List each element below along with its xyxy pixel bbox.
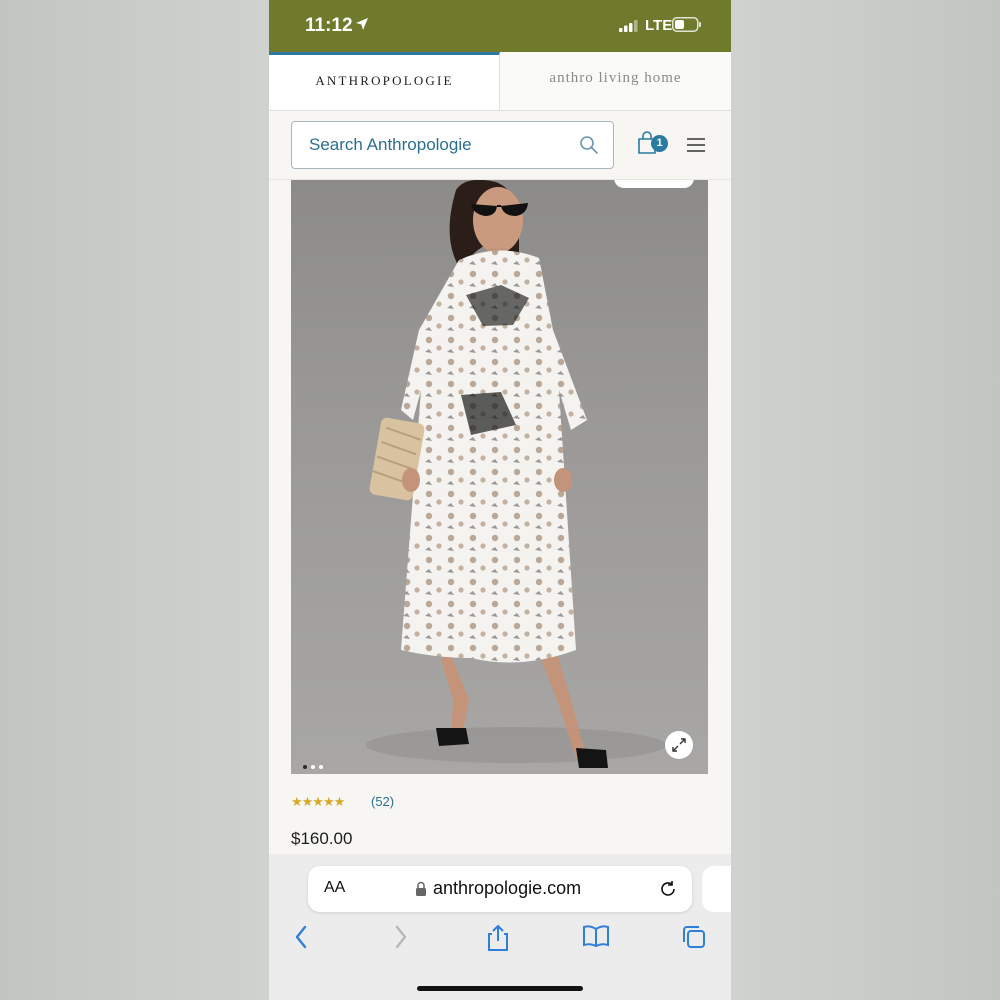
model-illustration	[366, 180, 666, 768]
cart-count-badge: 1	[651, 135, 668, 152]
image-carousel-dots[interactable]	[303, 756, 327, 774]
share-icon[interactable]	[486, 924, 510, 957]
search-icon[interactable]	[579, 135, 599, 160]
network-label: LTE	[645, 17, 673, 34]
next-tab-peek[interactable]	[702, 866, 731, 912]
living-logo: anthro living home	[549, 70, 682, 86]
back-icon[interactable]	[293, 924, 309, 955]
browser-chrome: AA anthropologie.com	[269, 854, 731, 1000]
search-placeholder: Search Anthropologie	[309, 135, 472, 154]
brand-logo: ANTHROPOLOGIE	[315, 73, 454, 88]
carousel-dot-active[interactable]	[303, 765, 307, 769]
home-indicator[interactable]	[417, 986, 583, 991]
hamburger-menu-icon[interactable]	[687, 138, 705, 157]
product-image[interactable]	[291, 180, 708, 774]
url-text[interactable]: anthropologie.com	[433, 878, 581, 899]
tabs-icon[interactable]	[681, 924, 707, 955]
phone-screen: 11:12 LTE ANTHROPOLOGIE anthro living ho…	[269, 0, 731, 1000]
status-time: 11:12	[305, 15, 353, 36]
reader-aa-button[interactable]: AA	[324, 879, 345, 897]
browser-toolbar	[269, 924, 731, 964]
reload-icon[interactable]	[658, 879, 678, 904]
brand-tabs: ANTHROPOLOGIE anthro living home	[269, 52, 731, 111]
location-arrow-icon	[355, 17, 369, 36]
review-count-link[interactable]: (52)	[371, 794, 394, 809]
background-left	[0, 0, 269, 1000]
carousel-dot[interactable]	[311, 765, 315, 769]
tab-anthropologie[interactable]: ANTHROPOLOGIE	[269, 52, 500, 110]
bookmarks-icon[interactable]	[582, 924, 610, 953]
background-right	[731, 0, 1000, 1000]
expand-image-button[interactable]	[665, 731, 693, 759]
header-search-row: Search Anthropologie 1	[269, 111, 731, 180]
size-selector-chip[interactable]	[614, 180, 694, 188]
carousel-dot[interactable]	[319, 765, 323, 769]
product-price: $160.00	[291, 829, 353, 848]
search-input[interactable]: Search Anthropologie	[291, 121, 614, 169]
status-bar: 11:12 LTE	[269, 0, 731, 52]
battery-icon	[672, 17, 702, 37]
lock-icon	[415, 881, 427, 902]
address-bar[interactable]: AA anthropologie.com	[308, 866, 692, 912]
forward-icon[interactable]	[393, 924, 409, 955]
rating-stars: ★★★★★	[291, 794, 345, 809]
expand-icon	[672, 738, 686, 752]
tab-anthro-living-home[interactable]: anthro living home	[500, 52, 731, 110]
signal-icon	[619, 19, 641, 37]
